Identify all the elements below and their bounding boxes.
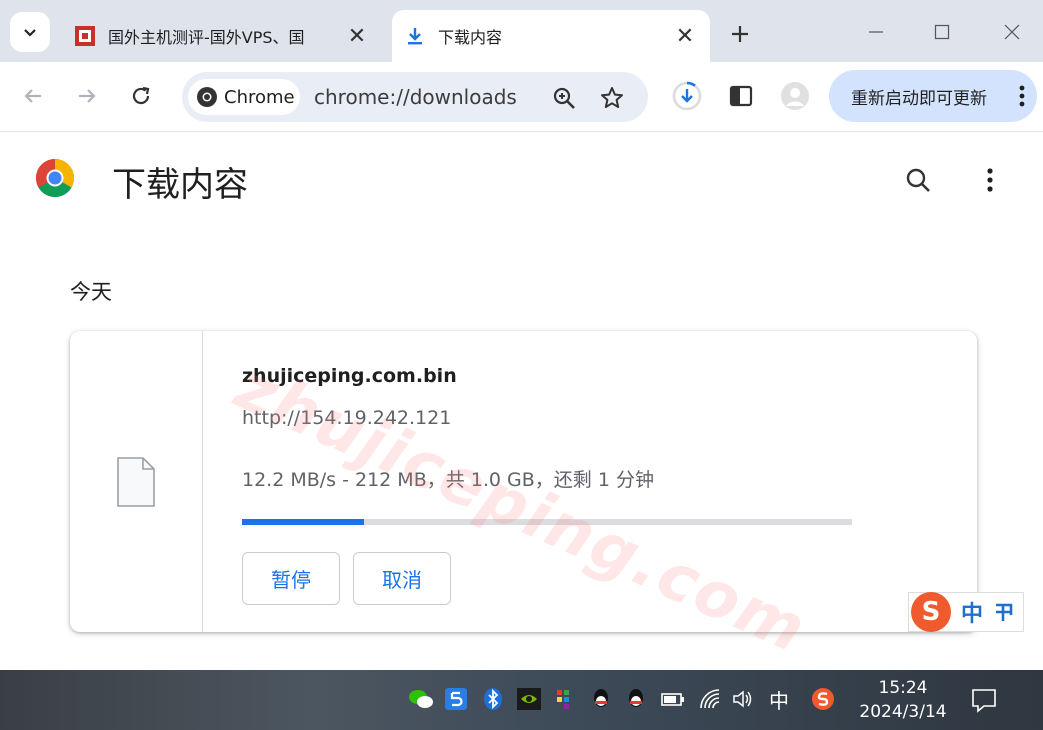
wifi-icon[interactable] [698,686,724,712]
app-5-icon[interactable] [443,686,469,712]
qq-icon[interactable] [588,686,614,712]
reload-button[interactable] [123,78,159,114]
notification-icon[interactable] [970,686,998,714]
arrow-left-icon [24,89,41,103]
tab-strip: 国外主机测评-国外VPS、国 ✕ 下载内容 ✕ [0,0,1043,62]
tab-zhujiceping[interactable]: 国外主机测评-国外VPS、国 ✕ [62,10,382,62]
cancel-button[interactable]: 取消 [353,552,451,605]
downloads-button[interactable] [669,78,705,114]
plus-icon [732,26,748,42]
taskbar: 中 15:24 2024/3/14 [0,670,1043,730]
download-filename[interactable]: zhujiceping.com.bin [242,365,457,387]
download-source-url[interactable]: http://154.19.242.121 [242,407,451,429]
chrome-logo-icon [197,87,217,107]
update-label: 重新启动即可更新 [851,88,987,109]
tab-close-icon[interactable]: ✕ [344,23,370,49]
address-bar[interactable]: Chrome chrome://downloads [182,72,648,122]
minimize-icon [869,31,883,33]
downloads-header: 下载内容 [0,132,1043,227]
avatar-icon [781,82,809,110]
battery-icon[interactable] [660,686,686,712]
date-section-label: 今天 [70,280,112,304]
arrow-right-icon [79,89,96,103]
back-button[interactable] [15,78,51,114]
more-vert-icon[interactable] [1007,85,1037,107]
more-actions-button[interactable] [972,162,1008,198]
url-text[interactable]: chrome://downloads [314,85,517,109]
tab-title: 下载内容 [438,28,503,47]
side-panel-icon [729,85,753,107]
taskbar-clock[interactable]: 15:24 2024/3/14 [858,676,948,724]
close-window-button[interactable] [992,14,1032,50]
half-width-icon[interactable] [993,601,1015,623]
zoom-button[interactable] [550,84,578,112]
more-vert-icon [987,168,993,192]
site-info-chip[interactable]: Chrome [188,79,300,115]
chevron-down-icon [24,29,36,37]
reload-icon [132,86,150,105]
chrome-logo-icon [35,158,75,198]
download-status: 12.2 MB/s - 212 MB，共 1.0 GB，还剩 1 分钟 [242,469,654,491]
file-icon-area [70,331,203,632]
input-language-indicator[interactable]: 中 [766,686,792,713]
maximize-icon [934,24,950,40]
sogou-tray-icon[interactable] [810,686,836,712]
new-tab-button[interactable] [724,18,756,50]
star-icon [601,87,623,108]
sogou-logo-icon: S [911,592,951,632]
download-item-card: zhujiceping.com.bin http://154.19.242.12… [70,331,977,632]
update-button[interactable]: 重新启动即可更新 [829,70,1037,122]
tab-close-icon[interactable]: ✕ [672,23,698,49]
search-icon [906,168,930,192]
wechat-icon[interactable] [408,686,434,712]
maximize-button[interactable] [922,14,962,50]
forward-button[interactable] [69,78,105,114]
download-progress-icon [672,81,702,111]
download-favicon-icon [404,25,426,47]
site-favicon-icon [74,25,96,47]
colorful-app-icon[interactable] [553,686,579,712]
page-title: 下载内容 [112,165,248,205]
ime-toolbar[interactable]: S 中 [908,592,1024,632]
bluetooth-icon[interactable] [480,686,506,712]
download-progress-bar [242,519,852,525]
close-icon [1004,24,1020,40]
tab-title: 国外主机测评-国外VPS、国 [108,28,305,47]
clock-time: 15:24 [878,678,928,698]
download-progress-fill [242,519,364,525]
tab-search-button[interactable] [10,12,50,52]
pause-button[interactable]: 暂停 [242,552,340,605]
file-icon [117,457,155,507]
nvidia-icon[interactable] [516,686,542,712]
clock-date: 2024/3/14 [859,702,947,722]
profile-button[interactable] [777,78,813,114]
zoom-in-icon [553,87,575,109]
volume-icon[interactable] [730,686,756,712]
browser-toolbar: Chrome chrome://downloads 重新启动即可更新 [0,62,1043,132]
tab-downloads[interactable]: 下载内容 ✕ [392,10,710,62]
bookmark-button[interactable] [598,84,626,112]
ime-mode-label[interactable]: 中 [961,596,983,628]
minimize-button[interactable] [856,14,896,50]
chip-label: Chrome [224,86,295,108]
qq-icon[interactable] [623,686,649,712]
search-downloads-button[interactable] [900,162,936,198]
side-panel-button[interactable] [723,78,759,114]
